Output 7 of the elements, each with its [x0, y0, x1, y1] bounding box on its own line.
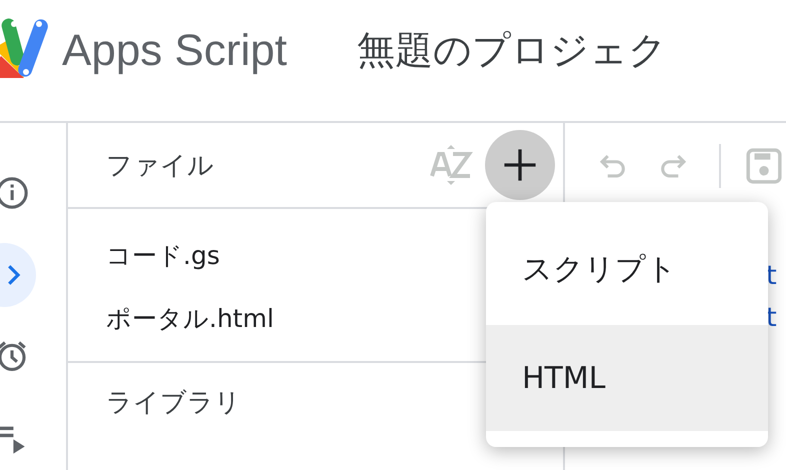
info-icon — [0, 176, 29, 210]
files-heading: ファイル — [106, 150, 215, 182]
project-title[interactable]: 無題のプロジェク — [356, 25, 667, 76]
plus-icon — [502, 147, 538, 183]
menu-item[interactable]: スクリプト — [486, 202, 768, 325]
app-name: Apps Script — [62, 26, 287, 76]
menu-item[interactable]: HTML — [486, 325, 768, 431]
